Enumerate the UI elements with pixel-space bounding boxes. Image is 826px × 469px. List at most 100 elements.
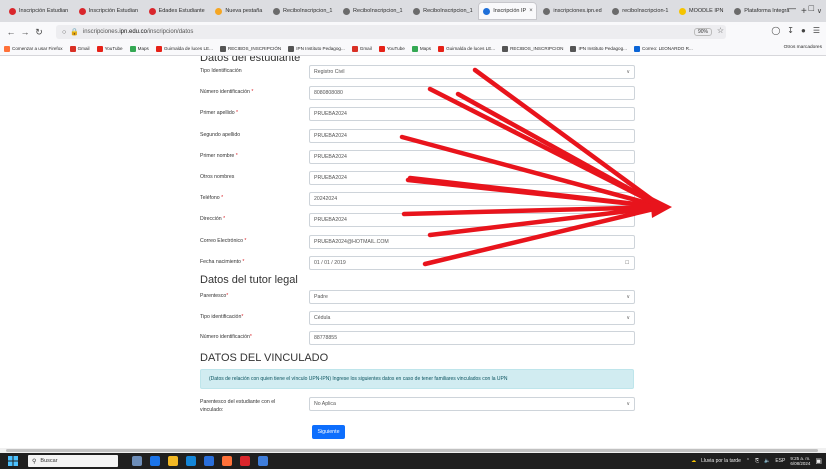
vinculado-row: No Aplica ∨: [200, 397, 640, 411]
student-field-input[interactable]: PRUEBA2024: [309, 107, 635, 122]
bookmark-item[interactable]: Guirnalda de luces LE...: [155, 45, 213, 52]
tab-list-chevron-icon[interactable]: ∨: [813, 7, 826, 15]
firefox-icon[interactable]: [222, 456, 232, 466]
browser-tab[interactable]: MOODLE IPN: [674, 2, 728, 20]
bookmark-item[interactable]: YouTube: [378, 45, 405, 52]
student-field-input[interactable]: PRUEBA2024: [309, 171, 635, 185]
bookmark-label: IPN Instituto Pedagog...: [296, 46, 345, 51]
bookmark-item[interactable]: Maps: [129, 45, 149, 52]
forward-icon[interactable]: →: [18, 27, 32, 37]
extensions-icon[interactable]: ☰: [813, 26, 820, 35]
file-explorer-icon[interactable]: [168, 456, 178, 466]
browser-tab[interactable]: inscripciones.ipn.ed: [538, 2, 606, 20]
chevron-down-icon: ∨: [626, 401, 630, 407]
student-field-input[interactable]: 20242024: [309, 192, 635, 207]
reload-icon[interactable]: ↻: [32, 27, 46, 38]
windows-start-icon[interactable]: [6, 453, 20, 469]
next-button[interactable]: Siguiente: [312, 425, 345, 439]
taskbar-search[interactable]: ⚲ Buscar: [28, 455, 118, 467]
edge-icon[interactable]: [186, 456, 196, 466]
student-field-select[interactable]: Registro Civil ∨: [309, 65, 635, 79]
tab-close-icon[interactable]: ×: [529, 8, 533, 14]
student-field-row: Correo Electrónico * PRUEBA2024@HOTMAIL.C…: [200, 234, 640, 249]
volume-icon[interactable]: 🔈: [764, 458, 770, 464]
student-field-row: Fecha nacimiento * 01 / 01 / 2019 □: [200, 255, 640, 270]
clock[interactable]: 9:25 a. m. 6/08/2024: [790, 456, 810, 467]
browser-tab[interactable]: Inscripción Estudian: [4, 2, 73, 20]
language-indicator[interactable]: ESP: [775, 458, 785, 464]
bookmark-item[interactable]: Correo: LEONARDO R...: [634, 45, 693, 52]
student-field-input[interactable]: PRUEBA2024@HOTMAIL.COM: [309, 234, 635, 249]
student-field-label: Primer nombre *: [200, 153, 238, 159]
browser-tab[interactable]: ReciboInscripcion_1: [268, 2, 337, 20]
student-field-label: Fecha nacimiento *: [200, 259, 244, 265]
maximize-icon[interactable]: □: [809, 3, 814, 13]
bookmark-item[interactable]: Maps: [411, 45, 432, 52]
bookmark-label: IPN Instituto Pedagog...: [578, 46, 627, 51]
tab-label: Plataforma Integra: [744, 8, 790, 14]
student-field-input[interactable]: 8080808080: [309, 86, 635, 101]
url-bar[interactable]: ○ 🔒 inscripciones. ipn.edu.co/inscripcion…: [56, 25, 726, 39]
bookmark-item[interactable]: Gmail: [69, 45, 90, 52]
required-marker: *: [234, 152, 238, 159]
tutor-field-label: Tipo identificación*: [200, 314, 243, 320]
pocket-icon[interactable]: ◯: [771, 26, 780, 35]
student-field-label-text: Tipo Identificación: [200, 68, 242, 74]
network-icon[interactable]: ⎘: [755, 458, 759, 464]
browser-tab[interactable]: ReciboInscripcion_1: [338, 2, 407, 20]
bookmark-item[interactable]: IPN Instituto Pedagog...: [570, 45, 627, 52]
browser-tab[interactable]: Nueva pestaña: [210, 2, 267, 20]
bookmark-item[interactable]: IPN Instituto Pedagog...: [288, 45, 345, 52]
bookmark-favicon-icon: [411, 45, 418, 52]
downloads-icon[interactable]: ↧: [787, 26, 794, 35]
bookmark-favicon-icon: [4, 45, 10, 52]
scrollbar-thumb[interactable]: [6, 449, 818, 452]
browser-tab[interactable]: Inscripción IP ×: [478, 2, 538, 20]
tutor-field-value: 88778855: [314, 335, 338, 341]
student-field-input[interactable]: PRUEBA2024: [309, 128, 635, 143]
tab-favicon-icon: [78, 7, 86, 15]
account-icon[interactable]: ●: [801, 26, 806, 35]
browser-tab[interactable]: Plataforma Integra: [729, 2, 794, 20]
minimize-icon[interactable]: —: [787, 3, 796, 13]
tutor-field-input[interactable]: 88778855: [309, 331, 635, 345]
bookmark-favicon-icon: [351, 45, 358, 52]
search-icon: ⚲: [32, 458, 37, 465]
student-field-row: Dirección * PRUEBA2024: [200, 213, 640, 228]
notification-icon[interactable]: ▣: [815, 457, 822, 465]
bookmark-star-icon[interactable]: ☆: [717, 26, 724, 35]
tutor-field-select[interactable]: Padre ∨: [309, 290, 635, 304]
bookmark-label: Maps: [419, 46, 432, 51]
store-icon[interactable]: [204, 456, 214, 466]
landscape-app-icon[interactable]: [132, 456, 142, 466]
browser-tab[interactable]: Edades Estudiante: [144, 2, 210, 20]
bookmarks-bar: Comenzar a usar Firefox Gmail YouTube Maps G…: [0, 42, 826, 56]
chrome-icon[interactable]: [150, 456, 160, 466]
student-field-input[interactable]: PRUEBA2024: [309, 213, 635, 228]
browser-tab[interactable]: reciboInscripcion-1: [607, 2, 673, 20]
browser-tab[interactable]: Inscripción Estudian: [74, 2, 143, 20]
tutor-field-select[interactable]: Cédula ∨: [309, 310, 635, 325]
bookmark-item[interactable]: RECIBOS_INSCRIPCIÓN: [219, 45, 281, 52]
bookmark-item[interactable]: Gmail: [351, 45, 372, 52]
back-icon[interactable]: ←: [4, 27, 18, 37]
other-bookmarks[interactable]: Otros marcadores: [784, 45, 822, 50]
tab-favicon-icon: [483, 7, 491, 15]
tray-chevron-icon[interactable]: ⌃: [746, 458, 750, 464]
student-field-date-input[interactable]: 01 / 01 / 2019 □: [309, 255, 635, 270]
browser-tab[interactable]: ReciboInscripcion_1: [408, 2, 477, 20]
app-red-icon[interactable]: [240, 456, 250, 466]
bookmark-label: Gmail: [77, 46, 90, 51]
bookmark-item[interactable]: Comenzar a usar Firefox: [4, 45, 63, 52]
zoom-indicator[interactable]: 90%: [693, 28, 712, 36]
app-blue-icon[interactable]: [258, 456, 268, 466]
bookmark-favicon-icon: [129, 45, 136, 52]
tab-label: reciboInscripcion-1: [622, 8, 669, 14]
student-field-input[interactable]: PRUEBA2024: [309, 149, 635, 164]
vinculado-relationship-select[interactable]: No Aplica ∨: [309, 397, 635, 411]
student-field-value: 8080808080: [314, 90, 343, 97]
bookmark-item[interactable]: YouTube: [96, 45, 123, 52]
bookmark-item[interactable]: RECIBOS_INSCRIPCION: [502, 45, 563, 52]
bookmark-item[interactable]: Guirnalda de luces LE...: [438, 45, 495, 52]
tab-favicon-icon: [215, 7, 223, 15]
